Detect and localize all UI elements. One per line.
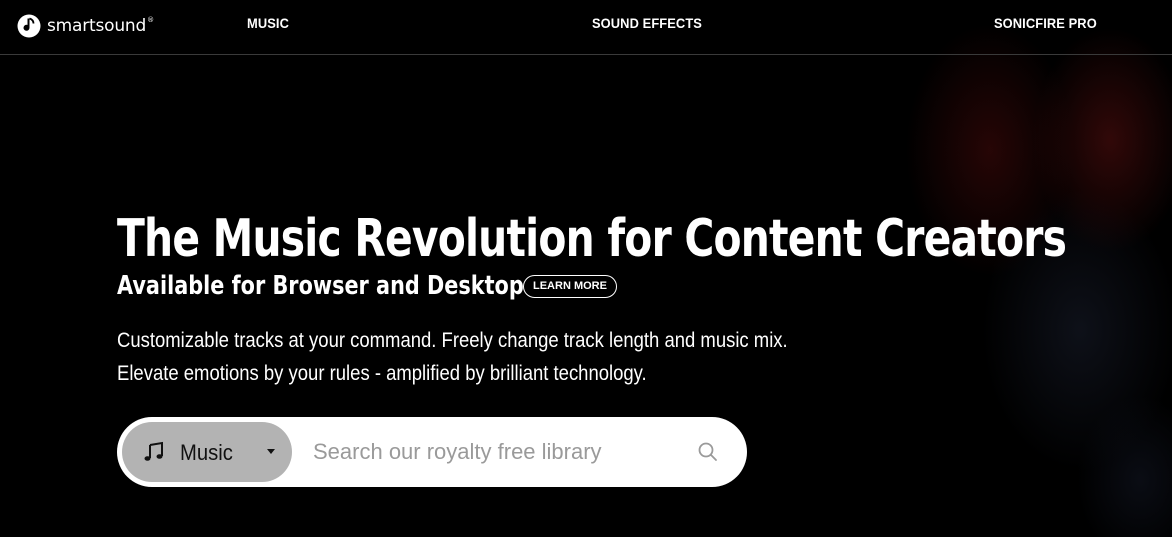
hero-subtitle-row: Available for Browser and Desktop LEARN … xyxy=(117,269,617,303)
nav-sonicfire-pro[interactable]: SONICFIRE PRO xyxy=(994,15,1097,31)
search-input[interactable] xyxy=(307,431,689,473)
nav-sound-effects[interactable]: SOUND EFFECTS xyxy=(592,15,702,31)
learn-more-button[interactable]: LEARN MORE xyxy=(523,274,617,298)
hero-description-line-2: Elevate emotions by your rules - amplifi… xyxy=(117,362,647,385)
site-header: smartsound® MUSIC SOUND EFFECTS SONICFIR… xyxy=(0,0,1172,55)
search-type-label: Music xyxy=(180,440,233,465)
hero-title: The Music Revolution for Content Creator… xyxy=(117,209,1067,269)
trademark-symbol: ® xyxy=(147,16,154,24)
search-bar: Music xyxy=(117,417,747,487)
search-type-dropdown[interactable]: Music xyxy=(122,422,292,482)
smartsound-logo-icon xyxy=(17,14,41,38)
nav-music[interactable]: MUSIC xyxy=(247,15,289,31)
music-note-icon xyxy=(144,441,163,461)
brand-logo[interactable]: smartsound® xyxy=(17,12,154,40)
brand-name: smartsound® xyxy=(47,16,154,36)
caret-down-icon xyxy=(267,449,275,454)
hero-subtitle: Available for Browser and Desktop xyxy=(117,271,524,301)
hero-description-line-1: Customizable tracks at your command. Fre… xyxy=(117,329,788,352)
search-icon[interactable] xyxy=(697,441,719,463)
